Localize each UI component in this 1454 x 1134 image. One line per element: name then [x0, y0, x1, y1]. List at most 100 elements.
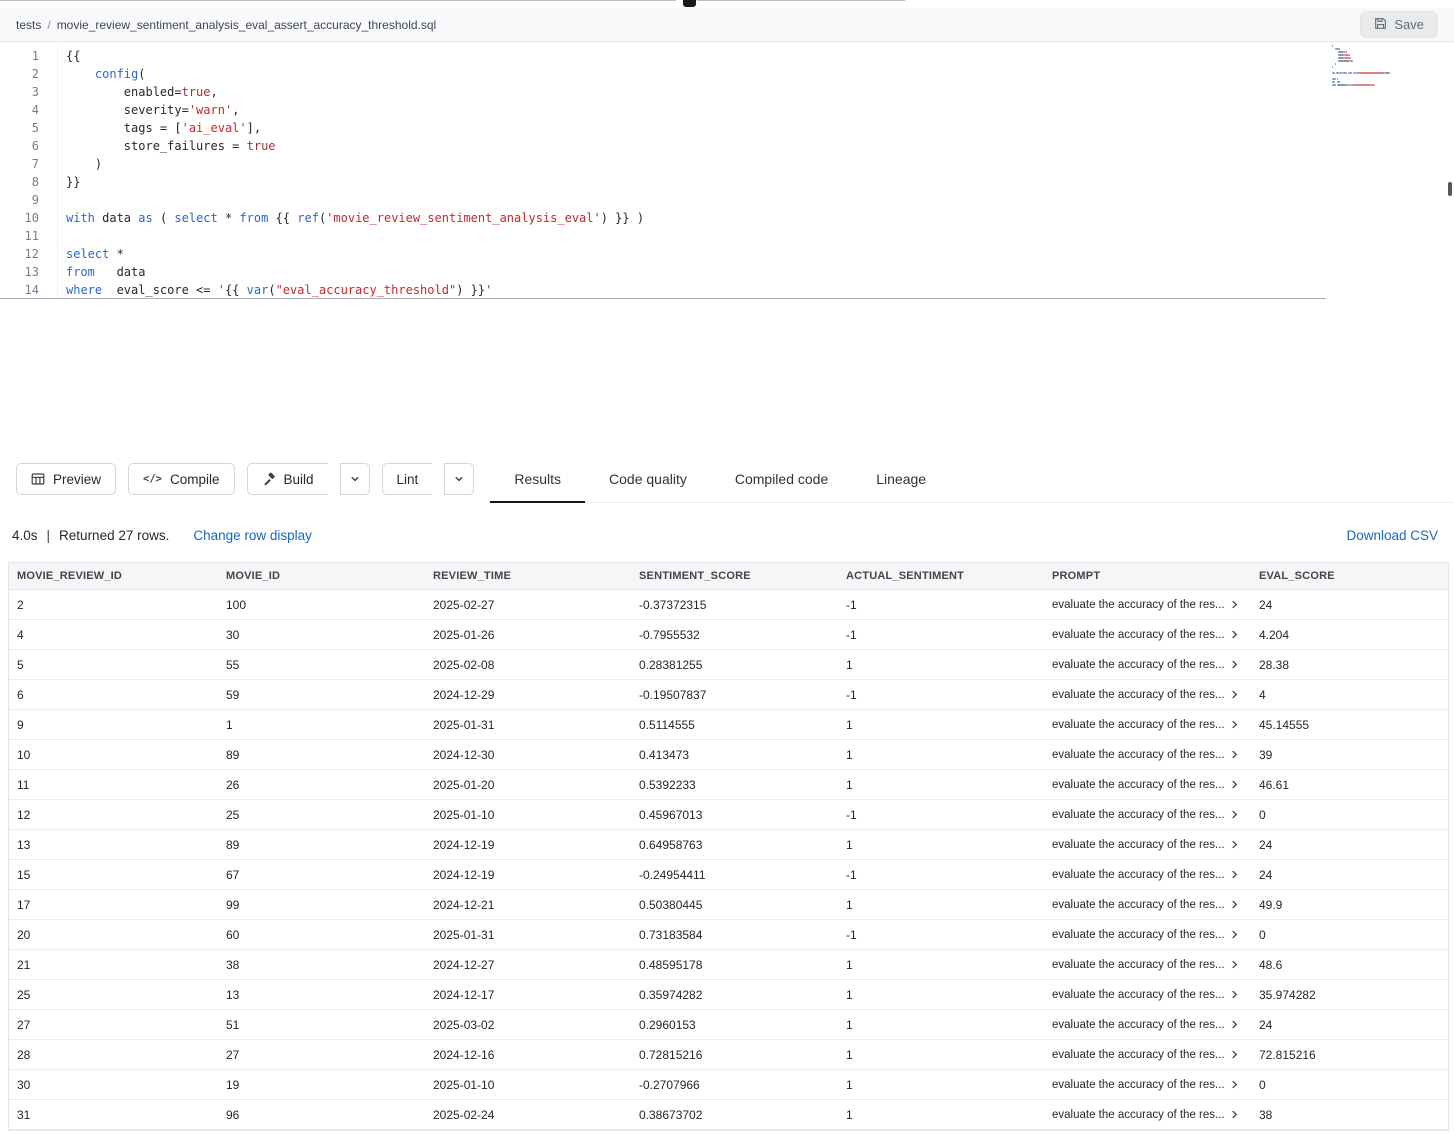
- prompt-text: evaluate the accuracy of the res...: [1052, 839, 1225, 851]
- table-row: 27512025-03-020.29601531evaluate the acc…: [9, 1010, 1448, 1040]
- save-button[interactable]: Save: [1360, 11, 1438, 38]
- minimap-mark: [1337, 78, 1338, 80]
- chevron-right-icon[interactable]: [1230, 660, 1239, 669]
- build-button[interactable]: Build: [247, 463, 328, 495]
- code-line[interactable]: 12select *: [0, 245, 1454, 263]
- prompt-text: evaluate the accuracy of the res...: [1052, 749, 1225, 761]
- chevron-right-icon[interactable]: [1230, 600, 1239, 609]
- tab-lineage[interactable]: Lineage: [852, 455, 950, 502]
- tab-results-label: Results: [514, 471, 561, 487]
- chevron-right-icon[interactable]: [1230, 810, 1239, 819]
- minimap[interactable]: [1332, 45, 1444, 87]
- column-header-movie_review_id[interactable]: MOVIE_REVIEW_ID: [9, 563, 218, 589]
- table-row: 21382024-12-270.485951781evaluate the ac…: [9, 950, 1448, 980]
- code-line[interactable]: 2 config(: [0, 65, 1454, 83]
- action-toolbar: Preview </> Compile Build Lint: [0, 455, 1454, 503]
- line-number: 8: [0, 173, 58, 191]
- breadcrumb-folder[interactable]: tests: [16, 18, 41, 32]
- chevron-right-icon[interactable]: [1230, 930, 1239, 939]
- code-line[interactable]: 8}}: [0, 173, 1454, 191]
- table-row: 31962025-02-240.386737021evaluate the ac…: [9, 1100, 1448, 1130]
- code-line[interactable]: 3 enabled=true,: [0, 83, 1454, 101]
- line-number: 9: [0, 191, 58, 209]
- minimap-mark: [1332, 45, 1333, 47]
- chevron-right-icon[interactable]: [1230, 1020, 1239, 1029]
- line-number: 12: [0, 245, 58, 263]
- cell-movie_id: 38: [218, 950, 425, 979]
- code-line[interactable]: 13from data: [0, 263, 1454, 281]
- code-line[interactable]: 14where eval_score <= '{{ var("eval_accu…: [0, 281, 1326, 299]
- chevron-right-icon[interactable]: [1230, 840, 1239, 849]
- tab-compiled-code[interactable]: Compiled code: [711, 455, 852, 502]
- file-header: tests / movie_review_sentiment_analysis_…: [0, 8, 1454, 42]
- column-header-review_time[interactable]: REVIEW_TIME: [425, 563, 631, 589]
- breadcrumb-filename: movie_review_sentiment_analysis_eval_ass…: [57, 18, 437, 32]
- cell-prompt: evaluate the accuracy of the res...: [1044, 740, 1251, 769]
- download-csv-link[interactable]: Download CSV: [1346, 528, 1438, 543]
- code-line[interactable]: 10with data as ( select * from {{ ref('m…: [0, 209, 1454, 227]
- cell-prompt: evaluate the accuracy of the res...: [1044, 890, 1251, 919]
- code-line[interactable]: 9: [0, 191, 1454, 209]
- cell-sentiment_score: -0.7955532: [631, 620, 838, 649]
- prompt-text: evaluate the accuracy of the res...: [1052, 779, 1225, 791]
- table-row: 10892024-12-300.4134731evaluate the accu…: [9, 740, 1448, 770]
- prompt-text: evaluate the accuracy of the res...: [1052, 659, 1225, 671]
- cell-movie_id: 19: [218, 1070, 425, 1099]
- row-count: Returned 27 rows.: [59, 528, 169, 543]
- compile-button[interactable]: </> Compile: [128, 463, 235, 495]
- cell-review_time: 2025-03-02: [425, 1010, 631, 1039]
- cell-movie_review_id: 9: [9, 710, 218, 739]
- status-separator: |: [47, 528, 51, 543]
- chevron-right-icon[interactable]: [1230, 690, 1239, 699]
- chevron-right-icon[interactable]: [1230, 780, 1239, 789]
- chevron-right-icon[interactable]: [1230, 870, 1239, 879]
- chevron-right-icon[interactable]: [1230, 1110, 1239, 1119]
- table-row: 21002025-02-27-0.37372315-1evaluate the …: [9, 590, 1448, 620]
- code-text: {{: [58, 47, 80, 65]
- lint-button[interactable]: Lint: [382, 463, 433, 495]
- code-line[interactable]: 4 severity='warn',: [0, 101, 1454, 119]
- chevron-right-icon[interactable]: [1230, 1080, 1239, 1089]
- chevron-right-icon[interactable]: [1230, 720, 1239, 729]
- cell-prompt: evaluate the accuracy of the res...: [1044, 950, 1251, 979]
- code-editor[interactable]: 1{{2 config(3 enabled=true,4 severity='w…: [0, 42, 1454, 455]
- column-header-eval_score[interactable]: EVAL_SCORE: [1251, 563, 1448, 589]
- column-header-movie_id[interactable]: MOVIE_ID: [218, 563, 425, 589]
- preview-button[interactable]: Preview: [16, 463, 116, 495]
- chevron-right-icon[interactable]: [1230, 630, 1239, 639]
- minimap-mark: [1337, 84, 1347, 86]
- chevron-right-icon[interactable]: [1230, 900, 1239, 909]
- cell-sentiment_score: 0.35974282: [631, 980, 838, 1009]
- cell-prompt: evaluate the accuracy of the res...: [1044, 770, 1251, 799]
- chevron-right-icon[interactable]: [1230, 990, 1239, 999]
- code-line[interactable]: 7 ): [0, 155, 1454, 173]
- lint-dropdown-button[interactable]: [444, 463, 474, 495]
- code-line[interactable]: 1{{: [0, 47, 1454, 65]
- cell-actual_sentiment: -1: [838, 680, 1044, 709]
- chevron-right-icon[interactable]: [1230, 960, 1239, 969]
- code-text: tags = ['ai_eval'],: [58, 119, 261, 137]
- save-label: Save: [1394, 17, 1424, 32]
- editor-scrollbar[interactable]: [1446, 42, 1454, 455]
- chevron-right-icon[interactable]: [1230, 750, 1239, 759]
- code-line[interactable]: 11: [0, 227, 1454, 245]
- column-header-prompt[interactable]: PROMPT: [1044, 563, 1251, 589]
- table-row: 30192025-01-10-0.27079661evaluate the ac…: [9, 1070, 1448, 1100]
- table-row: 15672024-12-19-0.24954411-1evaluate the …: [9, 860, 1448, 890]
- scrollbar-thumb[interactable]: [1448, 182, 1452, 196]
- column-header-sentiment_score[interactable]: SENTIMENT_SCORE: [631, 563, 838, 589]
- tab-indicator: [683, 0, 696, 7]
- cell-actual_sentiment: -1: [838, 920, 1044, 949]
- tab-results[interactable]: Results: [490, 455, 585, 502]
- prompt-text: evaluate the accuracy of the res...: [1052, 719, 1225, 731]
- chevron-right-icon[interactable]: [1230, 1050, 1239, 1059]
- code-line[interactable]: 6 store_failures = true: [0, 137, 1454, 155]
- cell-movie_id: 30: [218, 620, 425, 649]
- minimap-mark: [1338, 57, 1344, 59]
- cell-sentiment_score: 0.48595178: [631, 950, 838, 979]
- build-dropdown-button[interactable]: [340, 463, 370, 495]
- column-header-actual_sentiment[interactable]: ACTUAL_SENTIMENT: [838, 563, 1044, 589]
- code-line[interactable]: 5 tags = ['ai_eval'],: [0, 119, 1454, 137]
- tab-code-quality[interactable]: Code quality: [585, 455, 711, 502]
- change-row-display-link[interactable]: Change row display: [193, 528, 312, 543]
